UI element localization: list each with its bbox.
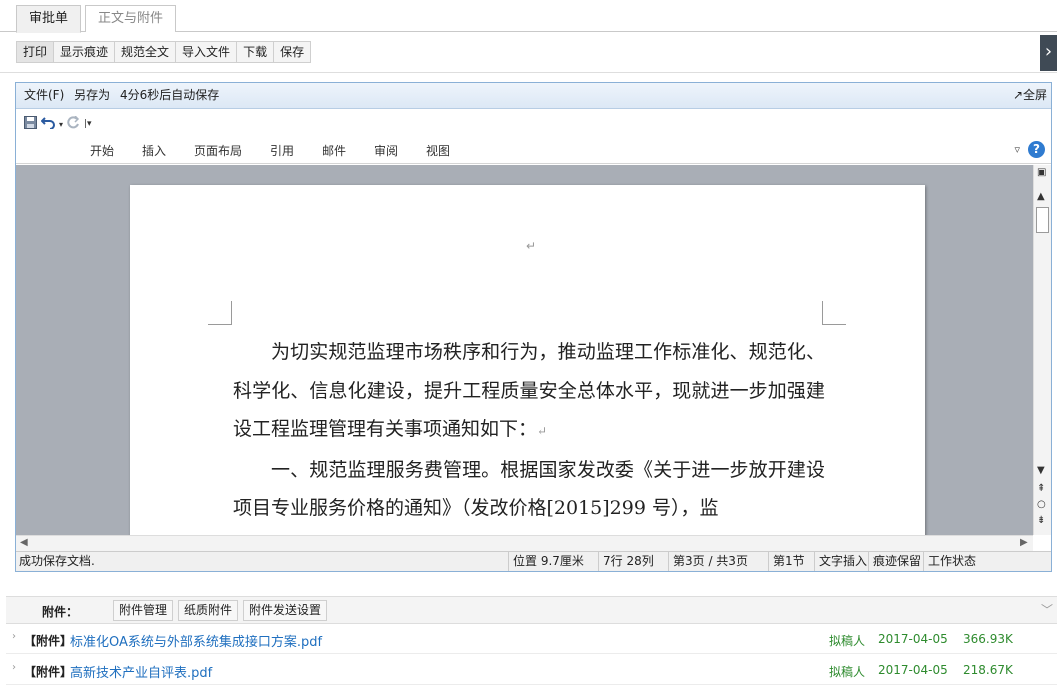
status-position: 位置 9.7厘米 <box>508 552 596 571</box>
ribbon-tabs: 开始 插入 页面布局 引用 邮件 审阅 视图 ▿ ? <box>16 136 1051 164</box>
ruler-toggle-icon[interactable]: ▣ <box>1037 167 1046 178</box>
scroll-up-icon[interactable]: ▲ <box>1037 191 1045 202</box>
attachment-tag: 【附件】 <box>24 634 73 648</box>
attachments-title: 附件： <box>42 605 79 619</box>
crop-mark-right <box>822 301 846 325</box>
attachment-link[interactable]: 高新技术产业自评表.pdf <box>70 662 212 681</box>
scroll-left-icon[interactable]: ◀ <box>20 537 28 548</box>
autosave-status: 4分6秒后自动保存 <box>119 88 220 102</box>
word-editor-frame: 文件(F) 另存为 4分6秒后自动保存 ↗全屏 ▾ |▾ 开始 插入 页面布局 … <box>15 82 1052 572</box>
document-toolbar: 打印 显示痕迹 规范全文 导入文件 下载 保存 <box>16 41 312 63</box>
attachment-tag: 【附件】 <box>24 665 73 679</box>
status-line-col: 7行 28列 <box>598 552 666 571</box>
save-as-menu[interactable]: 另存为 <box>74 88 110 102</box>
paragraph-1: 为切实规范监理市场秩序和行为，推动监理工作标准化、规范化、科学化、信息化建设，提… <box>233 341 825 440</box>
customize-toolbar-icon[interactable]: |▾ <box>84 119 92 129</box>
paragraph-mark: ↵ <box>526 239 537 253</box>
scroll-thumb[interactable] <box>1036 207 1049 233</box>
ribbon-tab-view[interactable]: 视图 <box>426 142 450 159</box>
ribbon-tab-insert[interactable]: 插入 <box>142 142 166 159</box>
horizontal-scrollbar[interactable]: ◀ ▶ <box>16 535 1033 551</box>
attachment-size: 366.93K <box>963 632 1013 646</box>
fullscreen-button[interactable]: ↗全屏 <box>1013 83 1047 107</box>
editor-file-bar: 文件(F) 另存为 4分6秒后自动保存 ↗全屏 <box>16 83 1051 109</box>
file-menu[interactable]: 文件(F) <box>24 88 64 102</box>
attachment-send-settings-button[interactable]: 附件发送设置 <box>243 600 328 621</box>
paragraph-mark: ↵ <box>537 424 548 438</box>
normalize-text-button[interactable]: 规范全文 <box>114 41 177 63</box>
chevron-right-icon: › <box>12 631 16 642</box>
undo-icon[interactable] <box>40 116 55 132</box>
divider <box>0 72 1057 73</box>
top-tab-bar: 审批单 正文与附件 <box>0 0 1057 33</box>
save-icon[interactable] <box>24 116 37 132</box>
attachment-author: 拟稿人 <box>829 665 866 679</box>
tab-approval-form[interactable]: 审批单 <box>16 5 82 33</box>
minimize-ribbon-icon[interactable]: ▿ <box>1014 143 1020 156</box>
show-traces-button[interactable]: 显示痕迹 <box>53 41 116 63</box>
attachment-link[interactable]: 标准化OA系统与外部系统集成接口方案.pdf <box>70 631 322 650</box>
download-button[interactable]: 下载 <box>236 41 275 63</box>
status-insert-mode[interactable]: 文字插入 <box>814 552 870 571</box>
expand-panel-arrow-icon[interactable]: › <box>1040 35 1057 71</box>
status-section: 第1节 <box>768 552 814 571</box>
scroll-down-icon[interactable]: ▼ <box>1037 465 1045 476</box>
crop-mark-left <box>208 301 232 325</box>
attachment-row[interactable]: › 【附件】 高新技术产业自评表.pdf 拟稿人 2017-04-05 218.… <box>6 655 1057 685</box>
previous-page-icon[interactable]: ⇞ <box>1037 483 1045 494</box>
select-browse-object-icon[interactable]: ○ <box>1037 499 1046 510</box>
status-work-state: 工作状态 <box>923 552 983 571</box>
redo-icon[interactable] <box>67 115 80 132</box>
status-page: 第3页 / 共3页 <box>668 552 766 571</box>
document-page[interactable]: ↵ 为切实规范监理市场秩序和行为，推动监理工作标准化、规范化、科学化、信息化建设… <box>130 185 925 535</box>
document-body[interactable]: 为切实规范监理市场秩序和行为，推动监理工作标准化、规范化、科学化、信息化建设，提… <box>233 333 825 528</box>
ribbon-tab-references[interactable]: 引用 <box>270 142 294 159</box>
ribbon-tab-home[interactable]: 开始 <box>90 142 114 159</box>
collapse-chevron-icon[interactable]: ﹀ <box>1041 601 1053 618</box>
vertical-scrollbar[interactable]: ▣ ▲ ▼ ⇞ ○ ⇟ <box>1033 165 1051 535</box>
chevron-right-icon: › <box>12 662 16 673</box>
quick-access-toolbar: ▾ |▾ <box>16 110 1051 136</box>
attachment-manage-button[interactable]: 附件管理 <box>113 600 174 621</box>
attachment-date: 2017-04-05 <box>878 663 948 677</box>
print-button[interactable]: 打印 <box>16 41 55 63</box>
tab-body-attachments[interactable]: 正文与附件 <box>85 5 177 32</box>
status-message: 成功保存文档. <box>19 554 95 568</box>
paragraph-2: 一、规范监理服务费管理。根据国家发改委《关于进一步放开建设项目专业服务价格的通知… <box>233 458 825 520</box>
undo-dropdown-icon[interactable]: ▾ <box>59 120 63 129</box>
attachment-author: 拟稿人 <box>829 634 866 648</box>
attachments-header: 附件： 附件管理 纸质附件 附件发送设置 ﹀ <box>6 596 1057 624</box>
status-track-changes[interactable]: 痕迹保留 <box>868 552 924 571</box>
status-bar: 成功保存文档. 位置 9.7厘米 7行 28列 第3页 / 共3页 第1节 文字… <box>16 551 1051 571</box>
help-icon[interactable]: ? <box>1028 141 1045 158</box>
attachment-date: 2017-04-05 <box>878 632 948 646</box>
next-page-icon[interactable]: ⇟ <box>1037 515 1045 526</box>
paper-attachment-button[interactable]: 纸质附件 <box>178 600 239 621</box>
save-button[interactable]: 保存 <box>273 41 312 63</box>
attachment-row[interactable]: › 【附件】 标准化OA系统与外部系统集成接口方案.pdf 拟稿人 2017-0… <box>6 624 1057 654</box>
document-canvas[interactable]: ↵ 为切实规范监理市场秩序和行为，推动监理工作标准化、规范化、科学化、信息化建设… <box>16 165 1033 535</box>
scroll-right-icon[interactable]: ▶ <box>1020 537 1028 548</box>
import-file-button[interactable]: 导入文件 <box>175 41 238 63</box>
ribbon-tab-layout[interactable]: 页面布局 <box>194 142 242 159</box>
attachment-size: 218.67K <box>963 663 1013 677</box>
ribbon-tab-review[interactable]: 审阅 <box>374 142 398 159</box>
ribbon-tab-mailings[interactable]: 邮件 <box>322 142 346 159</box>
